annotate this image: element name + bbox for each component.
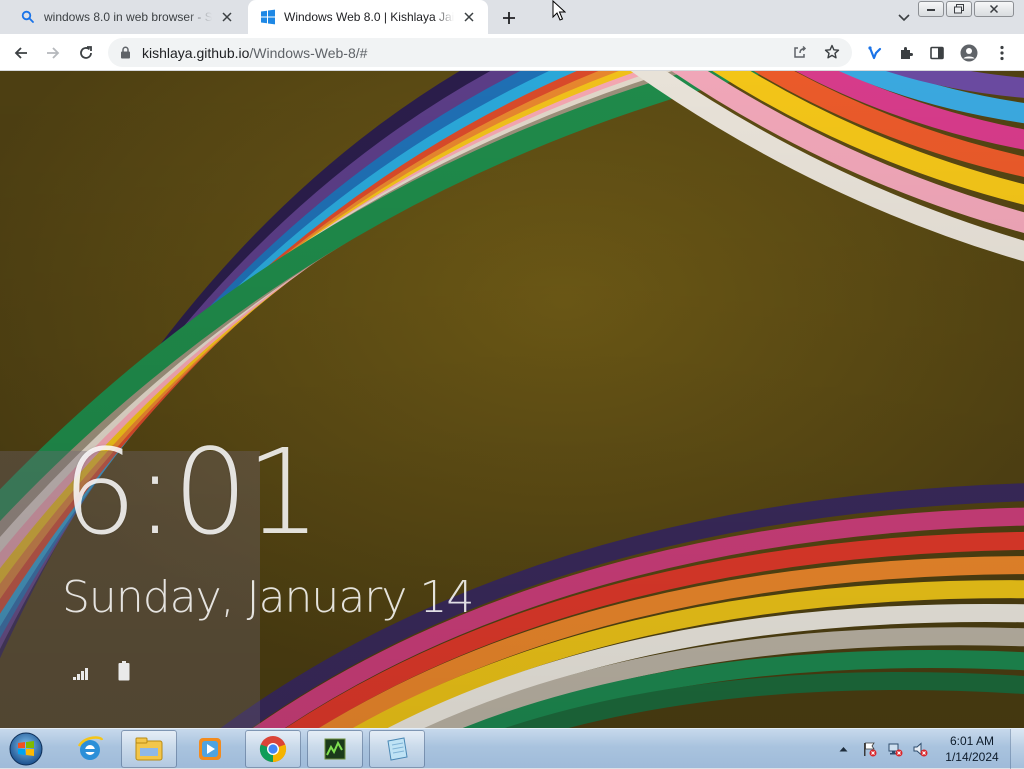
browser-menu-icon[interactable] [989, 40, 1015, 66]
minimize-icon [927, 9, 935, 11]
lock-screen[interactable]: 6:01 Sunday, January 14 [0, 71, 1024, 728]
volume-muted-icon[interactable] [912, 741, 928, 757]
restore-icon [954, 4, 964, 14]
taskbar-internet-explorer[interactable] [62, 730, 118, 768]
tab-close-icon[interactable] [218, 8, 236, 26]
taskbar-media-player[interactable] [182, 730, 238, 768]
address-bar[interactable]: kishlaya.github.io/Windows-Web-8/# [108, 38, 852, 67]
taskbar-file-explorer[interactable] [121, 730, 177, 768]
show-hidden-icons-button[interactable] [836, 742, 850, 756]
chevron-up-icon [839, 747, 847, 752]
lock-icon[interactable] [118, 46, 132, 60]
reload-button[interactable] [73, 40, 99, 66]
internet-explorer-icon [77, 736, 104, 760]
new-tab-button[interactable] [498, 7, 520, 29]
url-path: /Windows-Web-8/# [249, 44, 368, 61]
tab-title: Windows Web 8.0 | Kishlaya Jaisw [284, 10, 454, 24]
search-icon [20, 9, 36, 25]
forward-arrow-icon [47, 47, 60, 59]
windows-orb-icon [9, 732, 43, 766]
lock-screen-date: Sunday, January 14 [62, 572, 474, 623]
start-button[interactable] [4, 730, 48, 768]
bookmark-star-icon[interactable] [820, 40, 844, 64]
taskbar-clock[interactable]: 6:01 AM 1/14/2024 [936, 733, 1008, 765]
restore-button[interactable] [946, 1, 972, 17]
close-window-button[interactable] [974, 1, 1014, 17]
taskbar: 6:01 AM 1/14/2024 [0, 728, 1024, 769]
lock-screen-time: 6:01 [62, 423, 321, 561]
signal-icon [73, 668, 88, 680]
back-button[interactable] [8, 40, 34, 66]
battery-icon [118, 661, 130, 681]
mouse-cursor-icon [552, 0, 566, 21]
task-manager-icon [324, 738, 346, 760]
taskbar-task-manager[interactable] [307, 730, 363, 768]
extension-translate-icon[interactable] [861, 40, 887, 66]
share-icon[interactable] [788, 40, 812, 64]
back-arrow-icon [14, 47, 27, 59]
chrome-icon [259, 736, 287, 763]
file-explorer-icon [135, 737, 163, 761]
tab-search-button[interactable] [894, 8, 914, 28]
tab-strip: windows 8.0 in web browser - Se Windows … [0, 0, 1024, 34]
windows-logo-icon [260, 9, 276, 25]
taskbar-date: 1/14/2024 [945, 750, 999, 764]
tab-search[interactable]: windows 8.0 in web browser - Se [8, 0, 246, 34]
notepad-icon [387, 737, 408, 761]
profile-avatar-icon[interactable] [956, 40, 982, 66]
window-controls [918, 1, 1014, 17]
side-panel-icon[interactable] [924, 40, 950, 66]
forward-button[interactable] [40, 40, 66, 66]
close-icon [989, 4, 999, 14]
minimize-button[interactable] [918, 1, 944, 17]
plus-icon [503, 12, 515, 24]
show-desktop-button[interactable] [1010, 729, 1024, 769]
tab-windows-web[interactable]: Windows Web 8.0 | Kishlaya Jaisw [248, 0, 488, 34]
network-icon[interactable] [887, 741, 903, 757]
url-text: kishlaya.github.io/Windows-Web-8/# [142, 45, 367, 61]
tab-title: windows 8.0 in web browser - Se [44, 10, 212, 24]
taskbar-chrome[interactable] [245, 730, 301, 768]
media-player-icon [199, 738, 221, 760]
lock-screen-wallpaper [0, 71, 1024, 728]
browser-toolbar: kishlaya.github.io/Windows-Web-8/# [0, 34, 1024, 71]
action-center-flag-icon[interactable] [862, 741, 878, 757]
tab-close-icon[interactable] [460, 8, 478, 26]
taskbar-notepad[interactable] [369, 730, 425, 768]
extensions-puzzle-icon[interactable] [893, 40, 919, 66]
taskbar-time: 6:01 AM [949, 734, 995, 748]
reload-icon [80, 46, 92, 59]
url-host: kishlaya.github.io [142, 44, 250, 61]
chevron-down-icon [898, 14, 910, 22]
lock-screen-status [72, 661, 130, 681]
